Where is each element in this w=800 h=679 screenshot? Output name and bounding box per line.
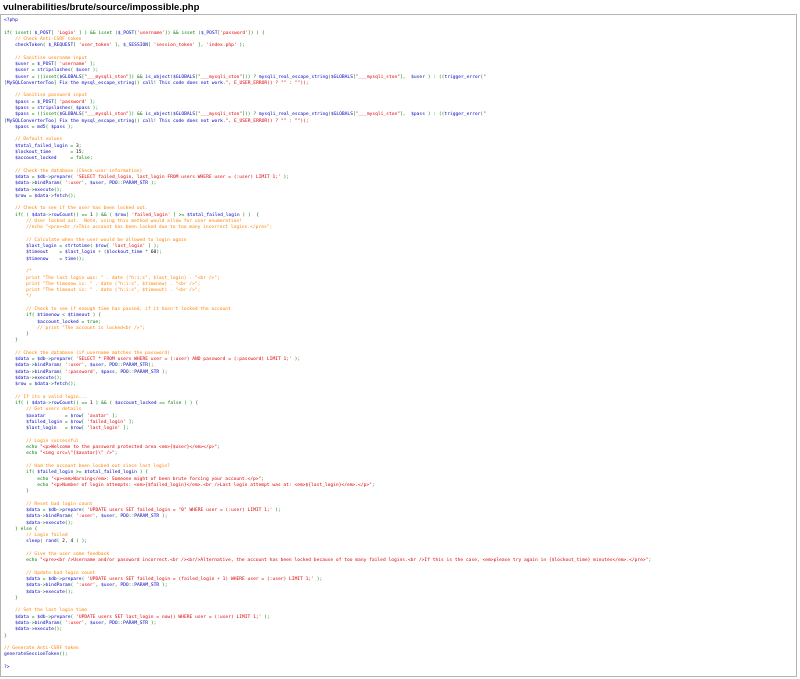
page-title: vulnerabilities/brute/source/impossible.… bbox=[3, 2, 200, 13]
source-code-listing: <?php​if( isset( $_POST[ 'Login' ] ) && … bbox=[4, 18, 651, 671]
source-code-panel[interactable]: <?php​if( isset( $_POST[ 'Login' ] ) && … bbox=[0, 14, 797, 677]
code-line: echo "<pre><br />Username and/or passwor… bbox=[26, 558, 652, 564]
code-line: ?> bbox=[4, 664, 10, 670]
